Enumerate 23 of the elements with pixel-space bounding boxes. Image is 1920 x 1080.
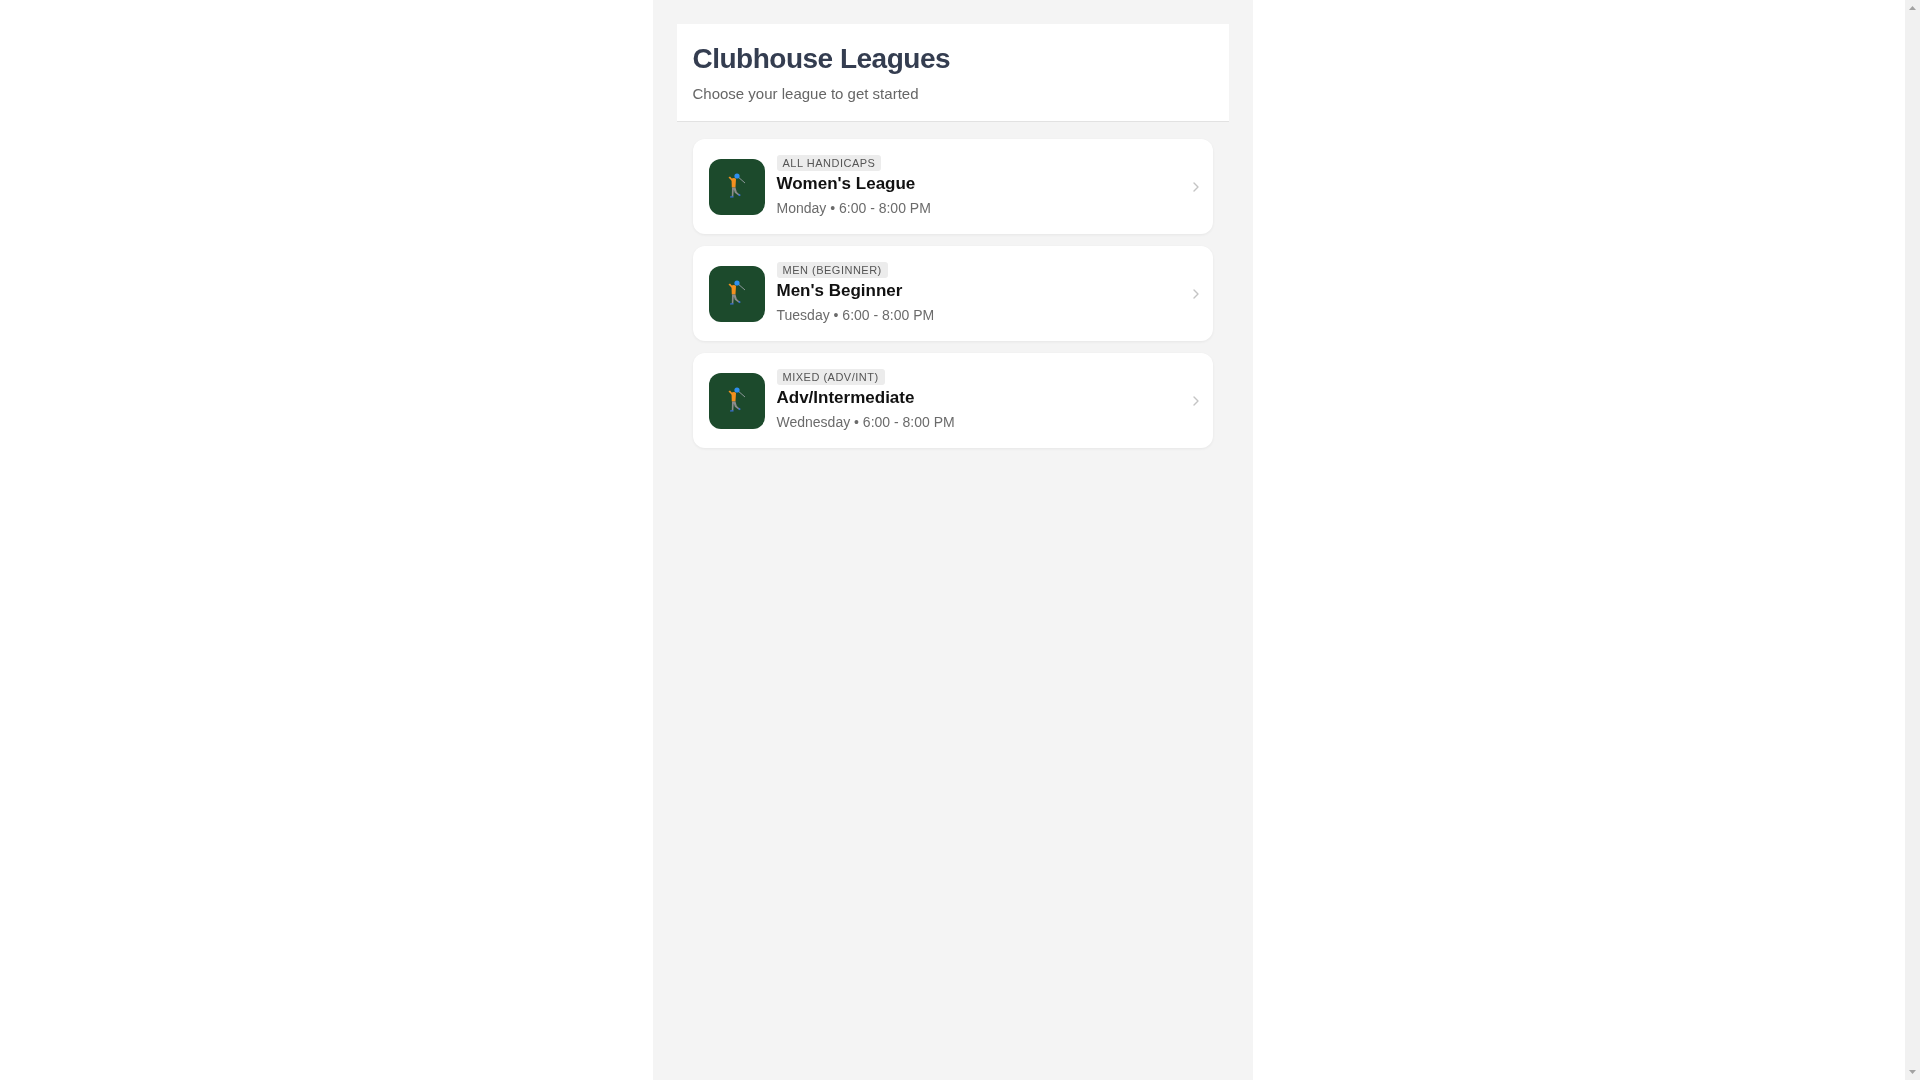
league-card[interactable]: MIXED (ADV/INT) Adv/Intermediate Wednesday • 6:00 - 8:00 PM (692, 353, 1213, 448)
league-schedule: Monday • 6:00 - 8:00 PM (776, 199, 931, 218)
league-card[interactable]: ALL HANDICAPS Women's League Monday • 6:00 - 8:00 PM (692, 139, 1213, 234)
league-name: Women's League (776, 173, 916, 195)
category-tag: ALL HANDICAPS (776, 155, 882, 171)
scrollbar[interactable] (1905, 0, 1920, 1080)
golfer-icon (708, 372, 765, 429)
league-schedule: Wednesday • 6:00 - 8:00 PM (776, 413, 955, 432)
golfer-icon (708, 265, 765, 322)
league-schedule: Tuesday • 6:00 - 8:00 PM (776, 306, 935, 325)
category-tag: MIXED (ADV/INT) (776, 369, 885, 385)
chevron-right-icon (1192, 181, 1199, 192)
scroll-down-arrow-icon[interactable] (1909, 1070, 1916, 1074)
league-name: Adv/Intermediate (776, 387, 915, 409)
scroll-up-arrow-icon[interactable] (1909, 6, 1916, 10)
category-tag: MEN (BEGINNER) (776, 262, 888, 278)
chevron-right-icon (1192, 395, 1199, 406)
league-name: Men's Beginner (776, 280, 903, 302)
golfer-icon (708, 158, 765, 215)
chevron-right-icon (1192, 288, 1199, 299)
page-subtitle: Choose your league to get started (692, 84, 919, 104)
league-card[interactable]: MEN (BEGINNER) Men's Beginner Tuesday • 6:00 - 8:00 PM (692, 246, 1213, 341)
page-title: Clubhouse Leagues (692, 42, 951, 76)
